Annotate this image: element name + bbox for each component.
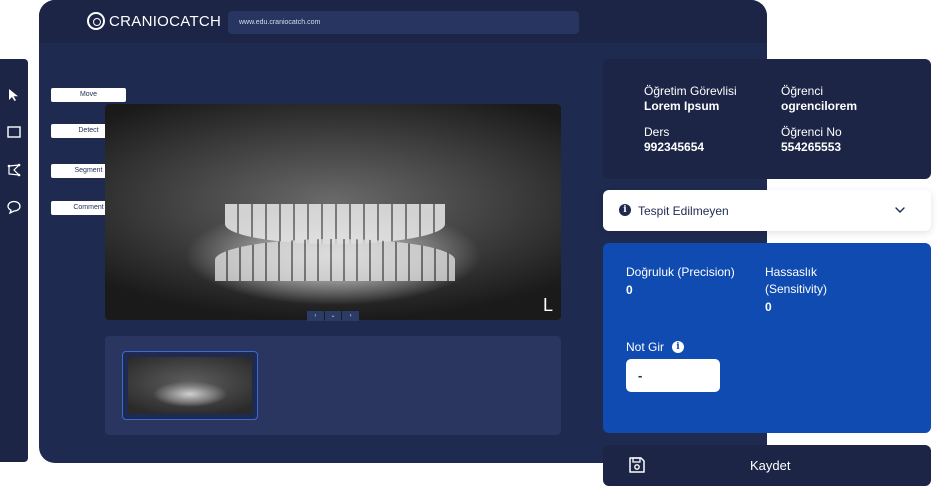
course-value: 992345654 (644, 140, 705, 154)
craniocatch-logo-icon (87, 12, 105, 30)
rectangle-icon[interactable] (6, 124, 22, 140)
panoramic-xray-viewer[interactable]: L (105, 104, 561, 320)
next-image-button[interactable]: › (342, 311, 360, 321)
thumbnail-image[interactable] (128, 357, 252, 414)
note-info-icon[interactable]: i (672, 341, 684, 353)
upper-teeth (225, 204, 445, 244)
sensitivity-label: Hassaslık (Sensitivity) (765, 265, 828, 296)
student-label: Öğrenci (781, 84, 824, 98)
orientation-marker: L (542, 295, 553, 315)
brand-logo: CRANIOCATCH (87, 12, 221, 30)
url-bar[interactable]: www.edu.craniocatch.com (228, 11, 579, 34)
lower-teeth (215, 239, 455, 281)
comment-icon[interactable] (6, 199, 22, 215)
chevron-down-icon (893, 203, 907, 217)
info-icon: i (619, 204, 631, 216)
note-label: Not Gir (626, 340, 665, 354)
instructor-value: Lorem Ipsum (644, 99, 720, 113)
cursor-icon[interactable] (6, 87, 22, 103)
prev-image-button[interactable]: ‹ (307, 311, 324, 321)
precision-label: Doğruluk (Precision) (626, 265, 735, 279)
save-button[interactable]: Kaydet (603, 445, 931, 486)
detection-status-dropdown[interactable]: i Tespit Edilmeyen (603, 190, 931, 231)
student-no-label: Öğrenci No (781, 125, 842, 139)
student-value: ogrencilorem (781, 99, 858, 113)
student-info-card (603, 59, 931, 179)
instructor-label: Öğretim Görevlisi (644, 84, 737, 98)
student-no-value: 554265553 (781, 140, 842, 154)
left-toolbar (0, 59, 28, 462)
polygon-icon[interactable] (6, 162, 22, 178)
precision-value: 0 (626, 283, 633, 297)
brand-name: CRANIOCATCH (109, 12, 222, 30)
course-label: Ders (644, 125, 670, 139)
image-nav-controls: ‹ ⌄ › (307, 311, 360, 321)
move-tool-label[interactable]: Move (51, 88, 126, 102)
note-input[interactable] (626, 359, 720, 392)
floppy-disk-icon (628, 456, 646, 474)
save-label: Kaydet (750, 458, 791, 473)
dropdown-selected-value: Tespit Edilmeyen (638, 204, 729, 218)
collapse-button[interactable]: ⌄ (324, 311, 342, 321)
sensitivity-value: 0 (765, 300, 772, 314)
